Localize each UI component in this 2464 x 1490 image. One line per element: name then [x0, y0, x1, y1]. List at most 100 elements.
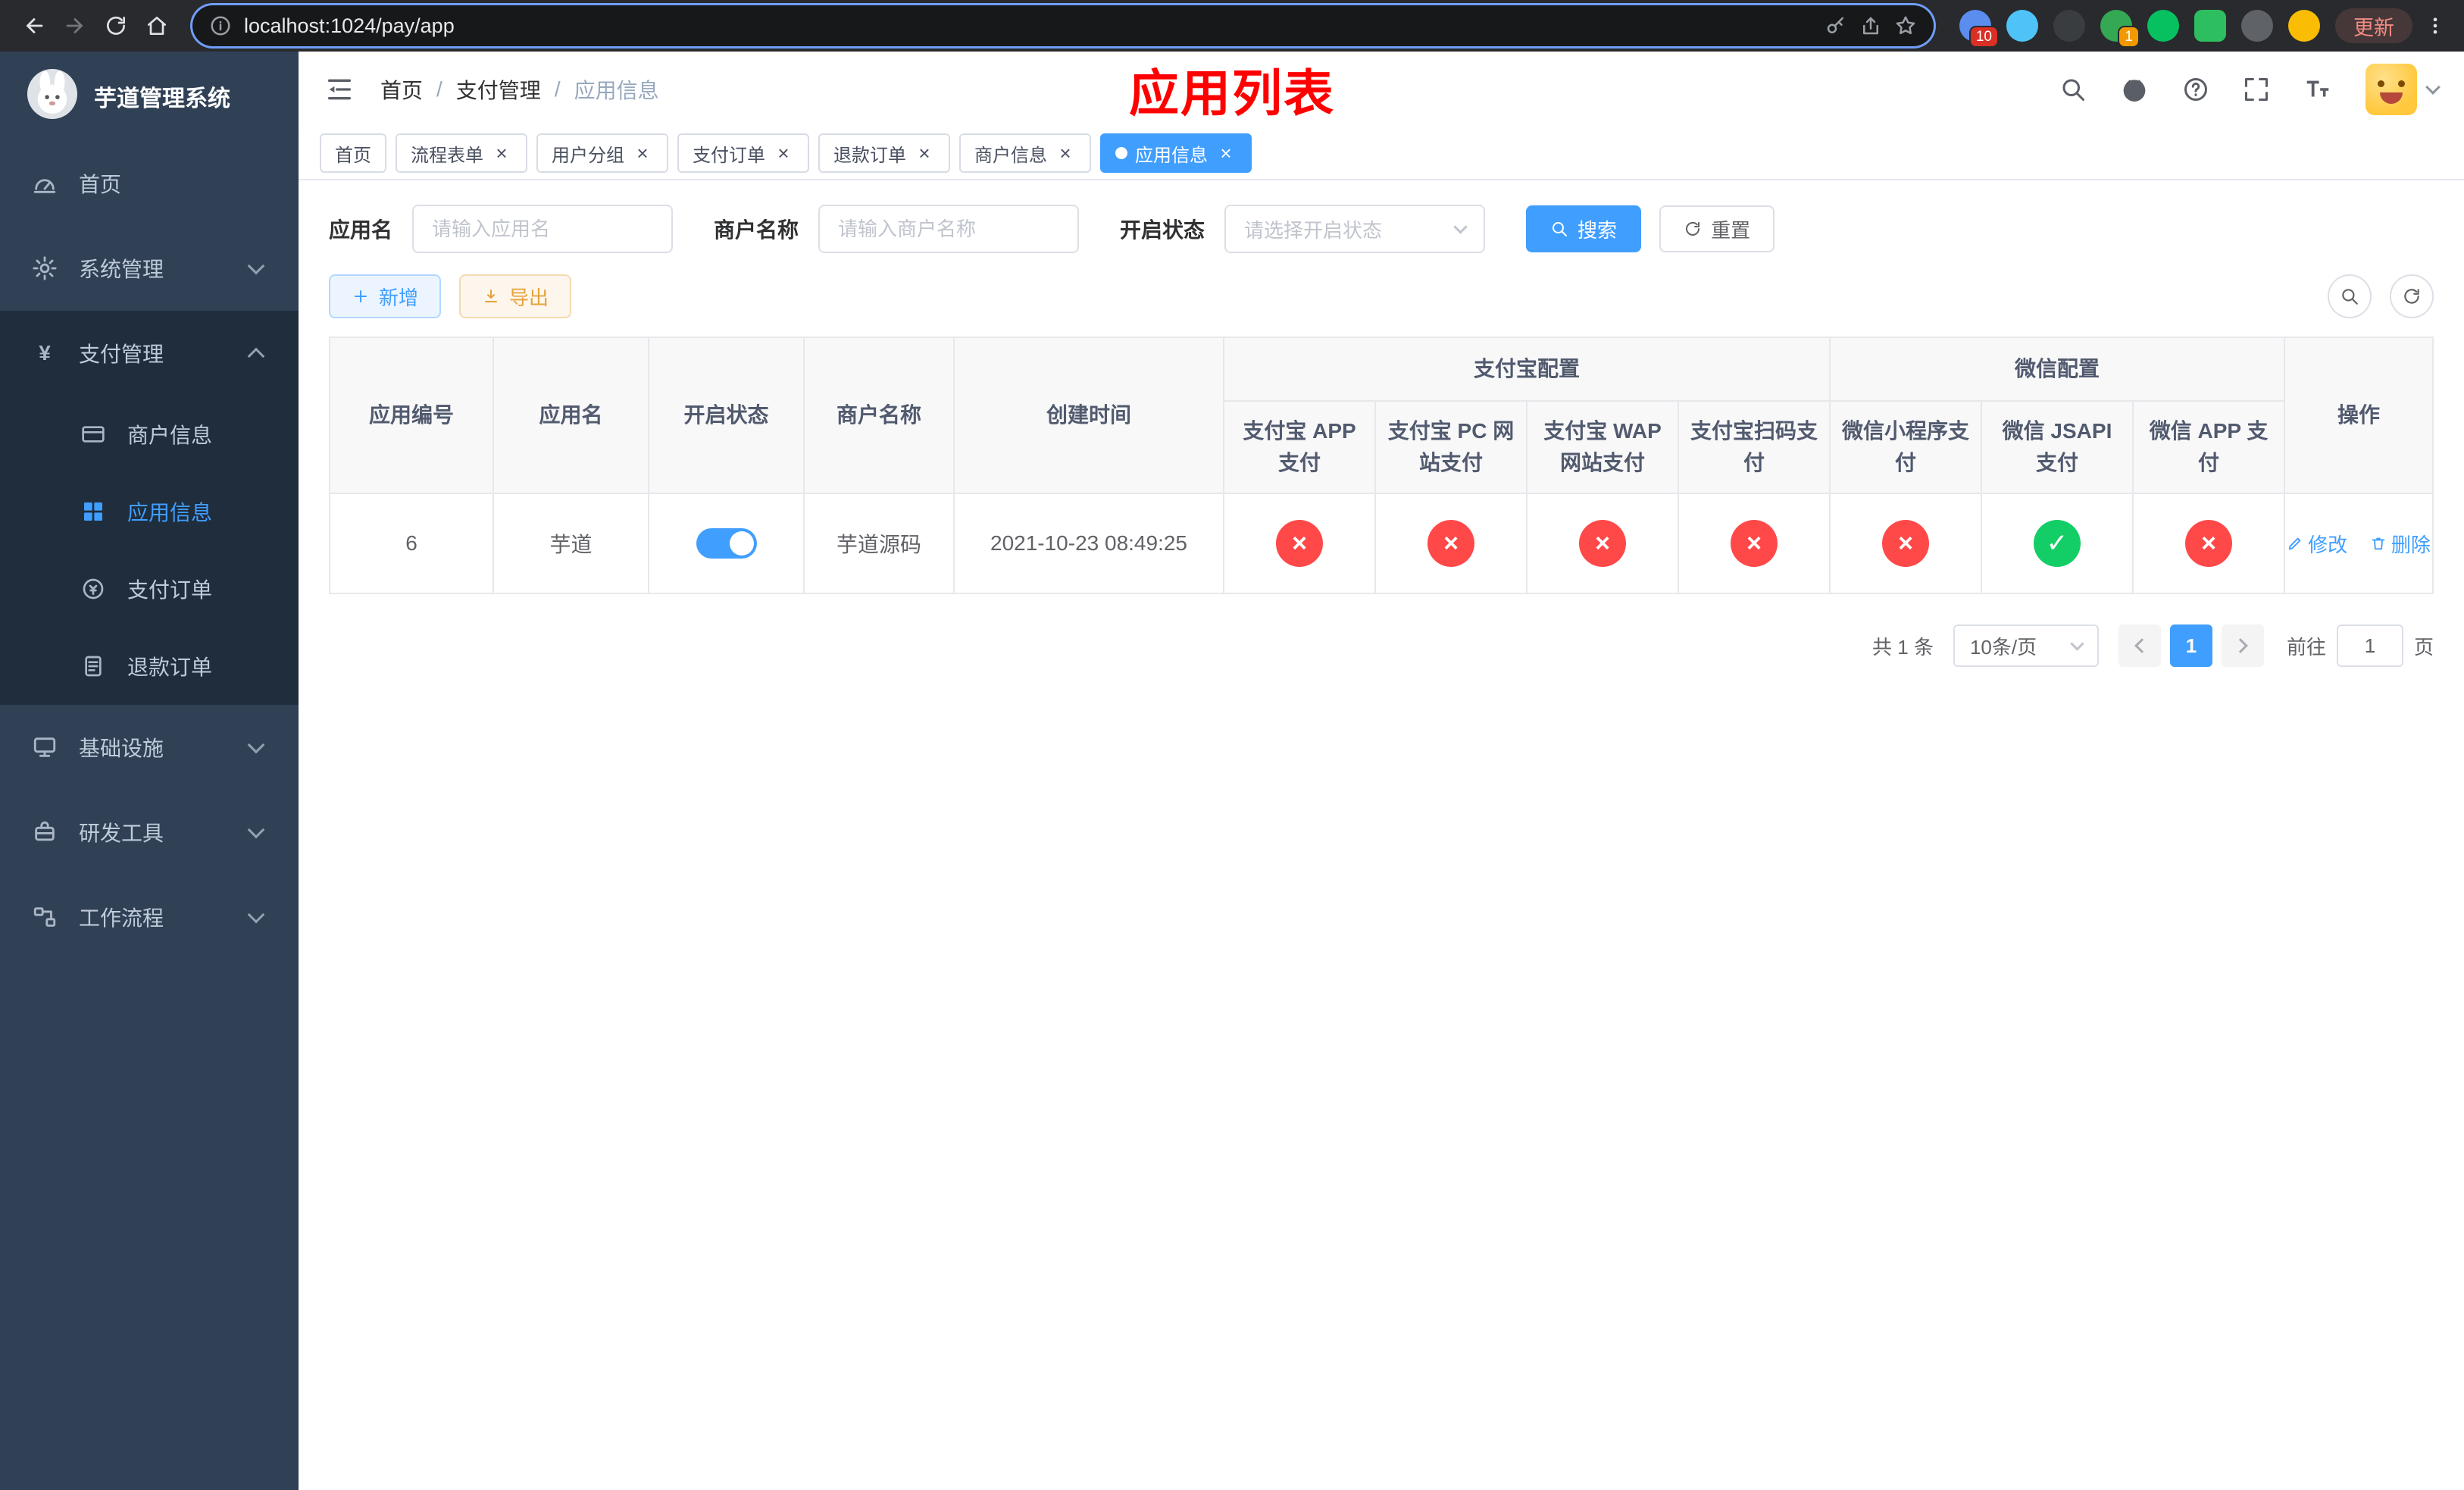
browser-back-button[interactable] — [14, 5, 55, 46]
merchant-name-input[interactable] — [818, 205, 1080, 253]
extension-pin-icon[interactable] — [2241, 10, 2273, 42]
cell-alipay-qr: × — [1677, 493, 1831, 594]
tab-label: 退款订单 — [833, 145, 906, 166]
url-text: localhost:1024/pay/app — [244, 14, 455, 37]
help-icon[interactable] — [2182, 76, 2209, 103]
extension-green-square-icon[interactable] — [2194, 10, 2226, 42]
extension-emoji-icon[interactable] — [2288, 10, 2320, 42]
extension-dark-icon[interactable] — [2053, 10, 2085, 42]
font-size-icon[interactable] — [2303, 75, 2332, 104]
app-title: 芋道管理系统 — [94, 86, 230, 111]
sidebar-item-app-info[interactable]: 应用信息 — [0, 473, 299, 550]
sidebar-submenu-payment: 商户信息 应用信息 支付订单 退款订单 — [0, 396, 299, 705]
enabled-toggle[interactable] — [696, 528, 757, 559]
sidebar-item-refund-orders[interactable]: 退款订单 — [0, 628, 299, 705]
column-header-alipay-app: 支付宝 APP 支付 — [1223, 400, 1376, 494]
app-name-input[interactable] — [412, 205, 674, 253]
address-bar[interactable]: localhost:1024/pay/app — [192, 5, 1934, 46]
sidebar-item-merchant-info[interactable]: 商户信息 — [0, 396, 299, 473]
search-button[interactable]: 搜索 — [1526, 205, 1642, 252]
column-header-created: 创建时间 — [953, 337, 1224, 494]
status-select[interactable]: 请选择开启状态 — [1224, 205, 1486, 253]
reset-button[interactable]: 重置 — [1659, 205, 1775, 252]
search-icon[interactable] — [2059, 76, 2087, 103]
browser-forward-button[interactable] — [55, 5, 95, 46]
tab-label: 首页 — [335, 145, 371, 166]
extension-translate-icon[interactable]: 1 — [2100, 10, 2140, 48]
sidebar-item-infrastructure[interactable]: 基础设施 — [0, 705, 299, 790]
main-area: 首页 / 支付管理 / 应用信息 应用列表 首页 流程表单 × 用户分组 × 支… — [299, 52, 2464, 1490]
extension-drop-icon[interactable] — [2006, 10, 2038, 42]
sidebar-item-label: 系统管理 — [79, 258, 164, 281]
breadcrumb-payment[interactable]: 支付管理 — [456, 74, 541, 105]
cell-alipay-wap: × — [1526, 493, 1679, 594]
document-icon — [79, 654, 108, 678]
tab-app-info[interactable]: 应用信息 — [1100, 133, 1252, 173]
extension-puzzle-icon[interactable]: 10 — [1959, 10, 1999, 48]
close-icon[interactable] — [773, 142, 794, 164]
screen: localhost:1024/pay/app 10 1 更新 芋道管理系统 首页… — [0, 0, 2464, 1490]
sidebar-item-pay-orders[interactable]: 支付订单 — [0, 550, 299, 628]
bookmark-star-icon[interactable] — [1894, 14, 1917, 37]
delete-link[interactable]: 删除 — [2370, 530, 2431, 558]
edit-link[interactable]: 修改 — [2287, 530, 2347, 558]
tab-pay-orders[interactable]: 支付订单 — [677, 133, 809, 173]
browser-update-button[interactable]: 更新 — [2335, 8, 2412, 43]
sidebar-item-workflow[interactable]: 工作流程 — [0, 875, 299, 959]
page-number-button[interactable]: 1 — [2169, 624, 2212, 667]
close-icon[interactable] — [1215, 142, 1237, 164]
close-icon[interactable] — [491, 142, 512, 164]
close-icon[interactable] — [914, 142, 935, 164]
select-placeholder: 请选择开启状态 — [1244, 218, 1383, 242]
browser-reload-button[interactable] — [95, 5, 136, 46]
close-icon[interactable] — [632, 142, 653, 164]
app-logo[interactable]: 芋道管理系统 — [0, 52, 299, 141]
search-button-label: 搜索 — [1578, 218, 1618, 242]
column-header-alipay-pc: 支付宝 PC 网站支付 — [1374, 400, 1527, 494]
sidebar-item-home[interactable]: 首页 — [0, 141, 299, 226]
column-header-wx-jsapi: 微信 JSAPI 支付 — [1981, 400, 2134, 494]
tab-home[interactable]: 首页 — [320, 133, 386, 173]
next-page-button[interactable] — [2221, 624, 2264, 667]
chevron-down-icon — [247, 736, 265, 754]
tab-user-group[interactable]: 用户分组 — [536, 133, 668, 173]
filter-status: 开启状态 请选择开启状态 — [1120, 205, 1486, 253]
sidebar-item-payment[interactable]: ¥ 支付管理 — [0, 311, 299, 396]
chevron-down-icon — [1453, 219, 1468, 234]
tab-refund-orders[interactable]: 退款订单 — [818, 133, 950, 173]
pagination-total: 共 1 条 — [1872, 635, 1934, 659]
tab-process-form[interactable]: 流程表单 — [396, 133, 527, 173]
browser-home-button[interactable] — [136, 5, 177, 46]
sidebar-item-system[interactable]: 系统管理 — [0, 226, 299, 311]
export-button[interactable]: 导出 — [459, 274, 572, 318]
chevron-down-icon — [247, 257, 265, 275]
add-button[interactable]: 新增 — [329, 274, 442, 318]
browser-menu-icon[interactable] — [2420, 5, 2450, 46]
share-icon[interactable] — [1859, 14, 1882, 37]
close-icon[interactable] — [1055, 142, 1076, 164]
user-avatar[interactable] — [2366, 64, 2441, 115]
reset-button-label: 重置 — [1711, 218, 1751, 242]
fullscreen-icon[interactable] — [2243, 76, 2270, 103]
cell-name: 芋道 — [492, 493, 649, 594]
extension-wechat-icon[interactable] — [2147, 10, 2179, 42]
hide-search-button[interactable] — [2328, 274, 2372, 318]
password-key-icon[interactable] — [1825, 14, 1847, 37]
sidebar-toggle-icon[interactable] — [324, 74, 355, 105]
sidebar-item-label: 首页 — [79, 173, 122, 196]
refresh-button[interactable] — [2390, 274, 2434, 318]
prev-page-button[interactable] — [2118, 624, 2161, 667]
goto-page-input[interactable] — [2336, 624, 2403, 667]
export-button-label: 导出 — [509, 286, 549, 309]
page-info-icon[interactable] — [209, 14, 232, 37]
extension-badge: 10 — [1968, 26, 1999, 48]
page-unit-label: 页 — [2413, 635, 2434, 659]
alipay-pc-status-icon: × — [1427, 520, 1474, 567]
breadcrumb-home[interactable]: 首页 — [380, 74, 423, 105]
monitor-icon — [30, 734, 59, 760]
tab-merchant-info[interactable]: 商户信息 — [959, 133, 1091, 173]
page-size-select[interactable]: 10条/页 — [1953, 624, 2099, 667]
sidebar-item-dev-tools[interactable]: 研发工具 — [0, 790, 299, 875]
app-table: 应用编号 应用名 开启状态 商户名称 创建时间 支付宝配置 微信配置 操作 支付… — [329, 337, 2434, 594]
github-icon[interactable] — [2120, 75, 2149, 104]
